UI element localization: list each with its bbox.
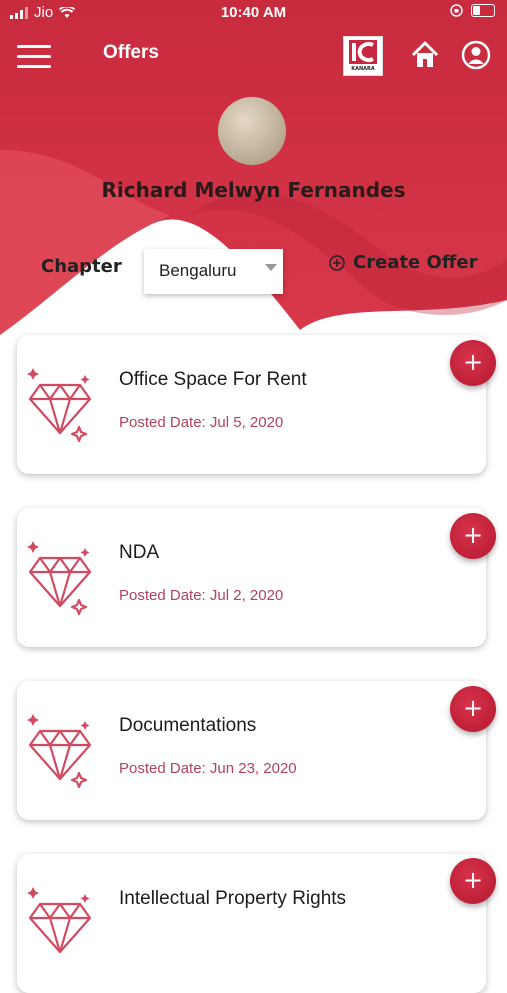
page-title: Offers <box>103 42 159 63</box>
add-offer-button[interactable]: + <box>450 858 496 904</box>
diamond-icon <box>27 541 92 616</box>
orientation-lock-icon <box>450 4 463 17</box>
plus-icon: + <box>462 694 484 722</box>
svg-text:KANARA: KANARA <box>351 66 375 72</box>
diamond-icon <box>27 368 92 443</box>
offer-posted-date: Posted Date: Jul 5, 2020 <box>119 414 284 431</box>
user-name: Richard Melwyn Fernandes <box>101 178 406 202</box>
offer-card[interactable]: Office Space For Rent Posted Date: Jul 5… <box>17 335 486 474</box>
offer-card[interactable]: Documentations Posted Date: Jun 23, 2020 <box>17 681 486 820</box>
offer-title: Office Space For Rent <box>119 369 307 390</box>
offer-title: Intellectual Property Rights <box>119 888 347 909</box>
diamond-icon <box>27 887 92 954</box>
plus-circle-icon <box>329 254 345 271</box>
plus-icon: + <box>462 521 484 549</box>
app-bar: Offers KANARA <box>0 28 507 86</box>
plus-icon: + <box>462 866 484 894</box>
offer-title: NDA <box>119 542 160 563</box>
offer-posted-date: Posted Date: Jun 23, 2020 <box>119 760 297 777</box>
battery-icon <box>471 4 495 17</box>
chapter-dropdown-value: Bengaluru <box>159 261 237 280</box>
plus-icon: + <box>462 348 484 376</box>
offer-title: Documentations <box>119 715 257 736</box>
create-offer-button[interactable]: Create Offer <box>329 252 478 273</box>
diamond-icon <box>27 714 92 789</box>
logo-mark: KANARA <box>349 40 377 72</box>
add-offer-button[interactable]: + <box>450 340 496 386</box>
user-circle-icon[interactable] <box>461 40 491 70</box>
offer-card[interactable]: NDA Posted Date: Jul 2, 2020 <box>17 508 486 647</box>
status-right <box>450 4 495 17</box>
add-offer-button[interactable]: + <box>450 513 496 559</box>
chapter-label: Chapter <box>41 256 122 277</box>
create-offer-label: Create Offer <box>353 252 478 273</box>
offer-posted-date: Posted Date: Jul 2, 2020 <box>119 587 284 604</box>
avatar[interactable] <box>218 97 286 165</box>
caret-down-icon <box>265 264 277 271</box>
chapter-dropdown[interactable]: Bengaluru <box>144 249 283 294</box>
status-time: 10:40 AM <box>220 4 287 21</box>
home-icon[interactable] <box>410 40 440 70</box>
menu-icon[interactable] <box>17 45 51 69</box>
add-offer-button[interactable]: + <box>450 686 496 732</box>
status-bar: Jio 10:40 AM <box>0 0 507 28</box>
kanara-logo[interactable]: KANARA <box>343 36 383 76</box>
offer-card[interactable]: Intellectual Property Rights <box>17 854 486 993</box>
